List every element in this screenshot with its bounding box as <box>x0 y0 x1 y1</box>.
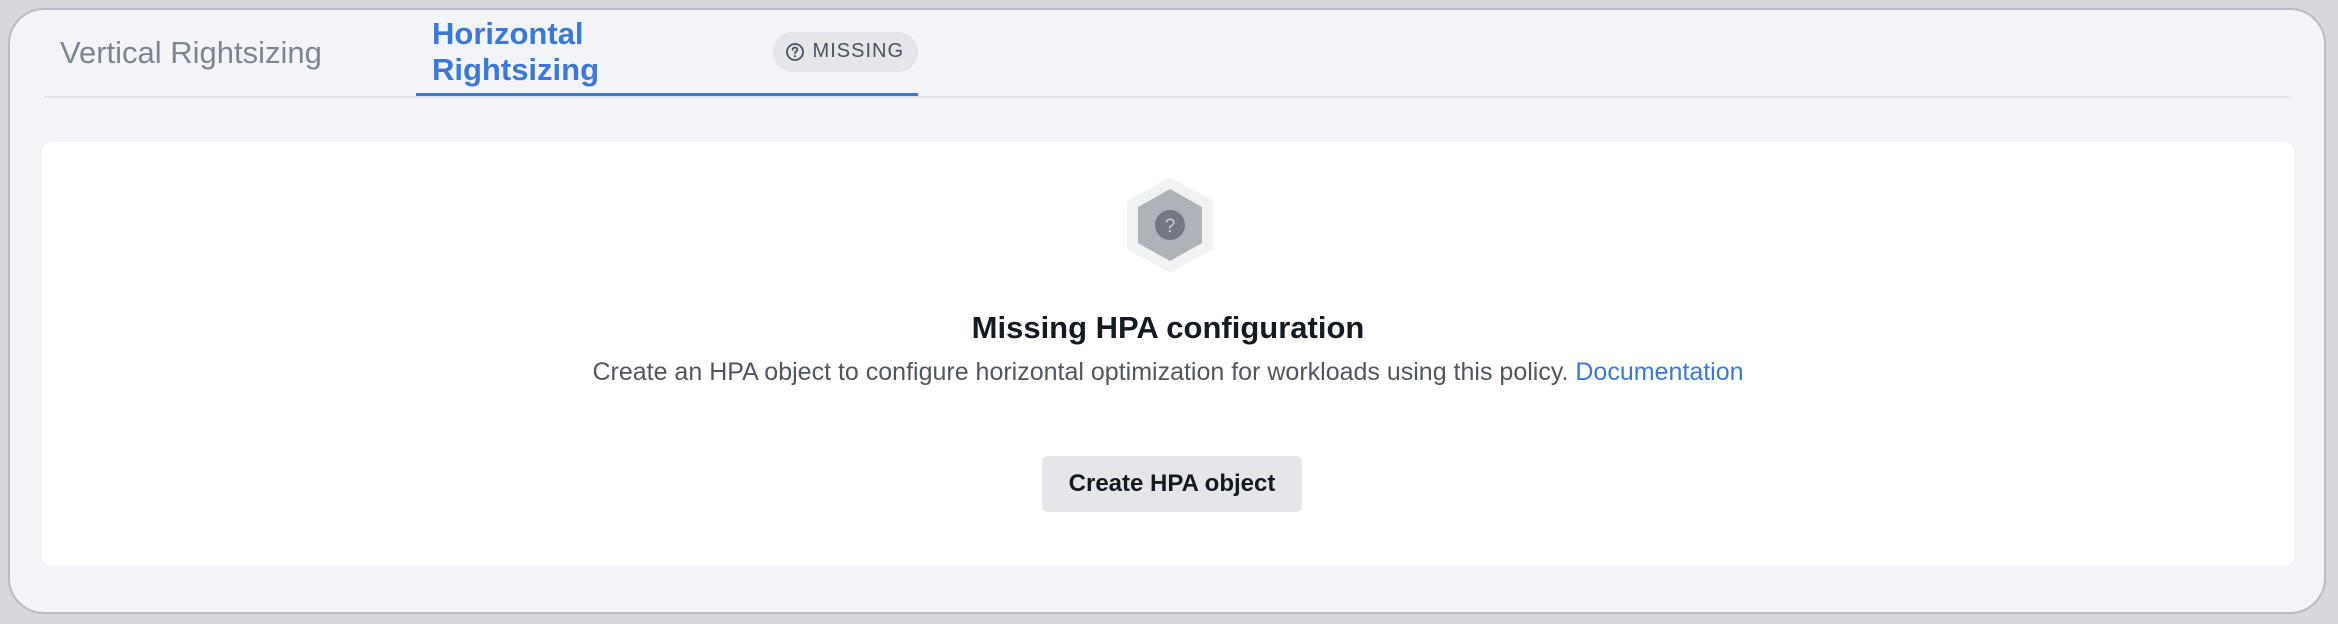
window-frame: Vertical Rightsizing Horizontal Rightsiz… <box>8 8 2326 614</box>
tab-label: Horizontal Rightsizing <box>432 15 600 87</box>
badge-label: MISSING <box>812 40 904 62</box>
description-text: Create an HPA object to configure horizo… <box>592 358 1569 386</box>
documentation-link[interactable]: Documentation <box>1575 358 1743 386</box>
create-hpa-object-button[interactable]: Create HPA object <box>1042 456 1302 512</box>
empty-state-title: Missing HPA configuration <box>971 310 1365 345</box>
tab-vertical-rightsizing[interactable]: Vertical Rightsizing <box>60 10 322 96</box>
tab-horizontal-rightsizing[interactable]: Horizontal Rightsizing MISSING <box>416 10 918 96</box>
tab-bar: Vertical Rightsizing Horizontal Rightsiz… <box>44 10 2290 98</box>
question-circle-icon <box>785 42 805 62</box>
empty-state-description: Create an HPA object to configure horizo… <box>42 358 2294 387</box>
svg-text:?: ? <box>1165 216 1176 237</box>
hexagon-question-icon: ? <box>1125 176 1215 274</box>
tab-label: Vertical Rightsizing <box>60 35 322 70</box>
empty-state-panel: ? Missing HPA configuration Create an HP… <box>42 142 2294 566</box>
status-badge: MISSING <box>772 31 918 72</box>
